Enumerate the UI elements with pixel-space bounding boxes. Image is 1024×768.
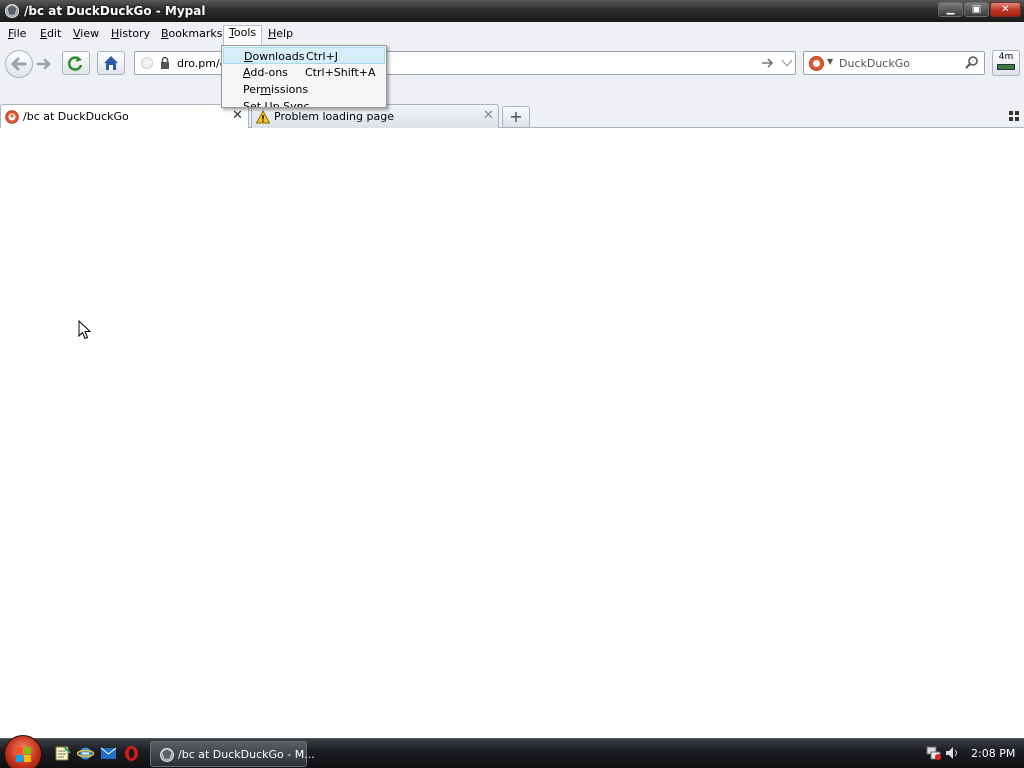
timer-label: 4m — [998, 52, 1014, 62]
notepad-icon[interactable] — [54, 745, 71, 762]
url-dropdown-icon[interactable] — [780, 55, 794, 71]
minimize-button[interactable]: ▁ — [938, 2, 963, 17]
forward-arrow-icon — [36, 58, 51, 70]
menu-item-sync[interactable]: Set Up Sync... — [223, 98, 385, 107]
warning-icon — [256, 110, 270, 124]
duckduckgo-icon — [5, 110, 19, 124]
tools-menu-dropdown: Downloads Ctrl+J Add-ons Ctrl+Shift+A Pe… — [221, 45, 387, 108]
timer-bar-icon — [997, 64, 1015, 70]
close-button[interactable]: ✕ — [990, 2, 1021, 17]
go-arrow-icon[interactable] — [760, 55, 776, 71]
menu-file[interactable]: File — [8, 26, 26, 43]
home-icon — [104, 56, 118, 70]
menu-view[interactable]: View — [73, 26, 99, 43]
menubar: File Edit View History Bookmarks Tools H… — [0, 22, 1024, 46]
search-icon[interactable] — [964, 55, 980, 71]
tab-label: Problem loading page — [274, 110, 394, 123]
search-placeholder[interactable]: DuckDuckGo — [839, 57, 910, 70]
tab-strip: /bc at DuckDuckGo ✕ Problem loading page… — [0, 104, 1024, 129]
menu-edit[interactable]: Edit — [40, 26, 61, 43]
shortcut-label: Ctrl+J — [306, 50, 339, 63]
tab-duckduckgo[interactable]: /bc at DuckDuckGo ✕ — [0, 104, 249, 129]
shortcut-label: Ctrl+Shift+A — [305, 66, 376, 79]
reload-icon — [67, 56, 83, 71]
forward-button[interactable] — [34, 54, 54, 74]
new-tab-button[interactable]: + — [502, 106, 530, 128]
menu-tools[interactable]: Tools — [223, 25, 263, 45]
taskbar-item-browser[interactable]: /bc at DuckDuckGo - M... — [150, 741, 315, 767]
search-bar[interactable]: ▼ DuckDuckGo — [803, 51, 985, 75]
lock-icon — [161, 56, 169, 69]
tab-label: /bc at DuckDuckGo — [23, 110, 129, 123]
tab-close-icon[interactable]: ✕ — [483, 108, 494, 123]
duckduckgo-icon[interactable] — [809, 56, 824, 71]
page-content[interactable] — [0, 128, 1024, 738]
opera-icon[interactable] — [123, 745, 140, 762]
window-titlebar: /bc at DuckDuckGo - Mypal ▁ ▣ ✕ — [0, 0, 1024, 22]
timer-button[interactable]: 4m — [992, 50, 1020, 76]
back-button[interactable] — [5, 50, 33, 78]
taskbar: /bc at DuckDuckGo - M... 2:08 PM — [0, 735, 1024, 768]
taskbar-item-label: /bc at DuckDuckGo - M... — [178, 748, 315, 761]
network-tray-icon[interactable] — [926, 745, 942, 761]
navigation-toolbar: dro.pm/cq ▼ DuckDuckGo 4m — [0, 46, 1024, 80]
menu-bookmarks[interactable]: Bookmarks — [161, 26, 222, 43]
tab-close-icon[interactable]: ✕ — [232, 108, 243, 123]
clock[interactable]: 2:08 PM — [971, 747, 1015, 760]
home-button[interactable] — [97, 51, 125, 75]
engine-dropdown-icon[interactable]: ▼ — [827, 57, 833, 66]
maximize-button[interactable]: ▣ — [964, 2, 989, 17]
outlook-icon[interactable] — [100, 745, 117, 762]
browser-chrome: File Edit View History Bookmarks Tools H… — [0, 22, 1024, 129]
site-identity-icon[interactable] — [141, 57, 153, 69]
list-all-tabs-icon[interactable] — [1009, 111, 1019, 121]
menu-item-addons[interactable]: Add-ons Ctrl+Shift+A — [223, 64, 385, 81]
internet-explorer-icon[interactable] — [77, 745, 94, 762]
menu-history[interactable]: History — [111, 26, 150, 43]
back-arrow-icon — [10, 57, 27, 71]
windows-logo-icon — [16, 747, 31, 762]
mypal-app-icon — [5, 4, 19, 18]
window-title: /bc at DuckDuckGo - Mypal — [24, 4, 206, 18]
menu-item-downloads[interactable]: Downloads Ctrl+J — [223, 47, 385, 64]
mypal-app-icon — [160, 748, 174, 762]
menu-help[interactable]: Help — [268, 26, 293, 43]
menu-item-permissions[interactable]: Permissions — [223, 81, 385, 98]
mouse-cursor-icon — [78, 320, 92, 340]
volume-tray-icon[interactable] — [944, 745, 960, 761]
start-button[interactable] — [4, 735, 42, 768]
reload-button[interactable] — [62, 51, 90, 75]
